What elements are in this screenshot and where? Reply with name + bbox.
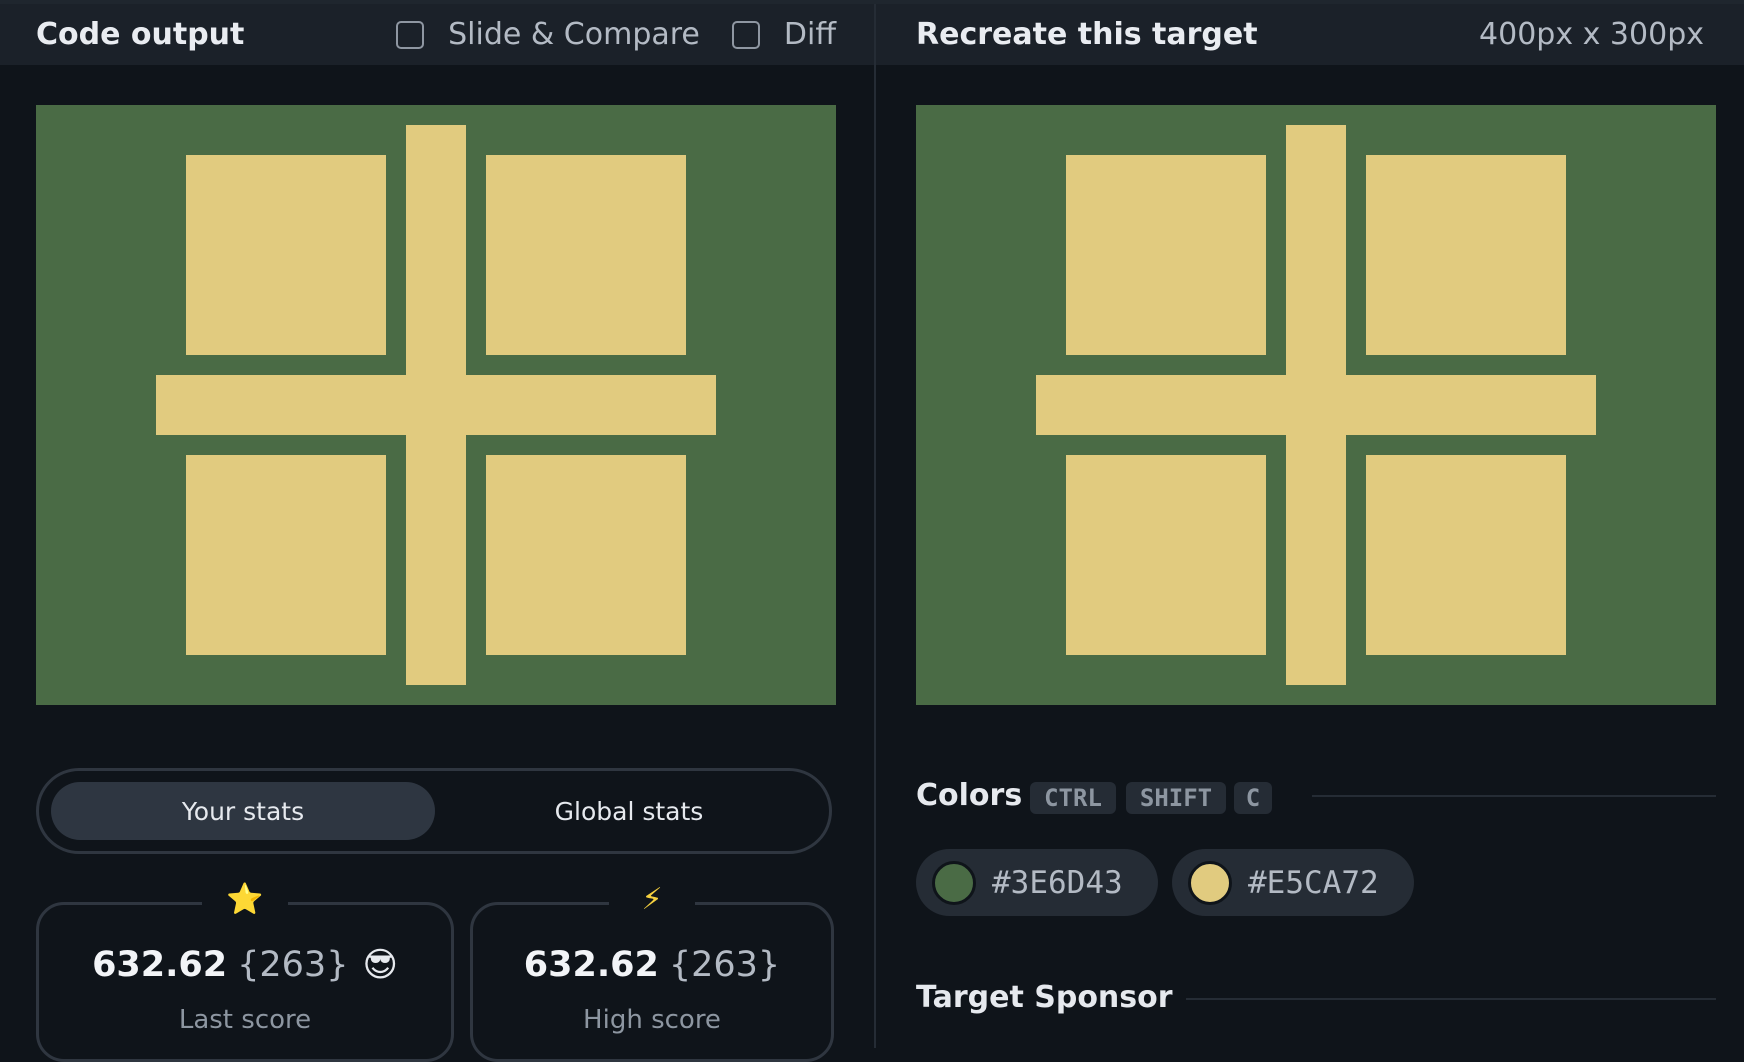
code-output-header: Code output Slide & Compare Diff — [0, 4, 874, 65]
high-score-label: High score — [583, 1005, 721, 1035]
shape-vertical-bar — [1286, 125, 1346, 685]
last-score-count: {263} — [237, 945, 349, 985]
lightning-icon: ⚡ — [609, 877, 695, 921]
colors-title: Colors — [916, 778, 1023, 813]
shape-hole — [1266, 435, 1286, 455]
color-hex-value: #E5CA72 — [1248, 864, 1379, 901]
target-title: Recreate this target — [916, 17, 1258, 52]
last-score-value: 632.62 {263} 😎 — [39, 945, 451, 985]
diff-checkbox[interactable] — [731, 20, 760, 49]
target-canvas — [916, 105, 1716, 705]
slide-compare-checkbox[interactable] — [396, 20, 425, 49]
tab-global-stats[interactable]: Global stats — [437, 782, 821, 840]
color-swatch-yellow — [1188, 860, 1232, 905]
shortcut-key-ctrl: CTRL — [1030, 782, 1116, 814]
shape-hole — [386, 435, 406, 455]
shape-hole — [466, 435, 486, 455]
color-swatch-pill[interactable]: #E5CA72 — [1172, 849, 1414, 916]
output-canvas[interactable] — [36, 105, 836, 705]
high-score-count: {263} — [668, 945, 781, 985]
shortcut-key-c: C — [1234, 782, 1272, 814]
last-score-number: 632.62 — [92, 945, 228, 985]
tab-your-stats[interactable]: Your stats — [51, 782, 435, 840]
view-options: Slide & Compare Diff — [396, 17, 838, 52]
target-sponsor-title: Target Sponsor — [916, 980, 1173, 1015]
shape-hole — [1346, 355, 1366, 375]
diff-label[interactable]: Diff — [784, 17, 836, 52]
color-swatch-green — [932, 860, 976, 905]
shape-block-bottom-left — [186, 455, 386, 655]
color-hex-value: #3E6D43 — [992, 864, 1123, 901]
last-score-label: Last score — [178, 1005, 312, 1035]
panel-divider — [874, 4, 876, 1048]
target-header: Recreate this target 400px x 300px — [876, 4, 1744, 65]
colors-divider — [1312, 795, 1716, 797]
shape-block-bottom-right — [1366, 455, 1566, 655]
slide-compare-label[interactable]: Slide & Compare — [448, 17, 700, 52]
shape-block-top-left — [1066, 155, 1266, 355]
code-output-title: Code output — [36, 17, 245, 52]
shape-hole — [1266, 355, 1286, 375]
stats-toggle: Your stats Global stats — [36, 768, 832, 854]
sunglasses-emoji-icon: 😎 — [362, 945, 398, 985]
shape-block-top-left — [186, 155, 386, 355]
high-score-card: ⚡ 632.62 {263} High score — [470, 877, 834, 1062]
color-swatch-pill[interactable]: #3E6D43 — [916, 849, 1158, 916]
shortcut-key-shift: SHIFT — [1126, 782, 1226, 814]
star-icon: ⭐ — [202, 877, 288, 921]
shape-hole — [1346, 435, 1366, 455]
shape-block-top-right — [486, 155, 686, 355]
shape-block-top-right — [1366, 155, 1566, 355]
high-score-number: 632.62 — [523, 945, 659, 985]
high-score-value: 632.62 {263} — [473, 945, 831, 985]
shape-hole — [386, 355, 406, 375]
shape-hole — [466, 355, 486, 375]
sponsor-divider — [1186, 998, 1716, 1000]
shape-block-bottom-right — [486, 455, 686, 655]
last-score-card: ⭐ 632.62 {263} 😎 Last score — [36, 877, 454, 1062]
shape-block-bottom-left — [1066, 455, 1266, 655]
target-dimensions: 400px x 300px — [1479, 17, 1704, 52]
shape-vertical-bar — [406, 125, 466, 685]
